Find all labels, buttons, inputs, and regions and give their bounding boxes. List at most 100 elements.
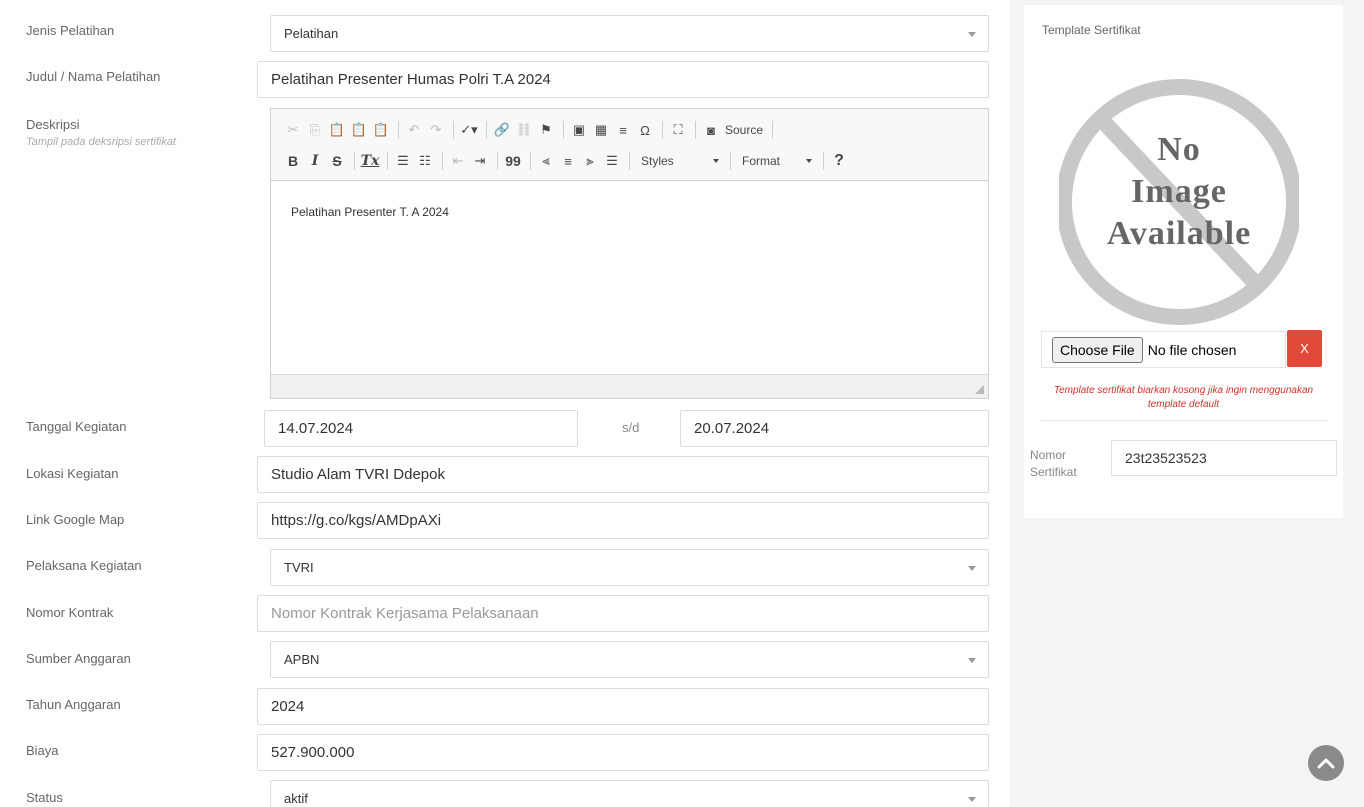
align-right-icon[interactable]: ⫸ — [580, 150, 600, 172]
cut-icon[interactable]: ✂ — [283, 119, 303, 141]
paste-word-icon[interactable]: 📋 — [371, 119, 391, 141]
numbered-list-icon[interactable]: ☰ — [393, 150, 413, 172]
nomor-kontrak-input[interactable]: Nomor Kontrak Kerjasama Pelaksanaan — [257, 595, 989, 632]
toolbar-separator — [453, 121, 454, 139]
choose-file-button[interactable]: Choose File — [1052, 336, 1143, 363]
source-icon[interactable]: ◙ — [701, 119, 721, 141]
paste-text-icon[interactable]: 📋 — [349, 119, 369, 141]
form-panel: Jenis Pelatihan Pelatihan Judul / Nama P… — [0, 0, 1010, 807]
lokasi-input[interactable]: Studio Alam TVRI Ddepok — [257, 456, 989, 493]
date-range-separator: s/d — [622, 420, 640, 435]
label-judul: Judul / Nama Pelatihan — [26, 69, 161, 84]
toolbar-separator — [563, 121, 564, 139]
label-sumber-anggaran: Sumber Anggaran — [26, 651, 131, 666]
label-lokasi: Lokasi Kegiatan — [26, 466, 119, 481]
bold-button[interactable]: B — [283, 150, 303, 172]
sumber-anggaran-select[interactable]: APBN — [270, 641, 989, 678]
jenis-pelatihan-select[interactable]: Pelatihan — [270, 15, 989, 52]
format-label: Format — [742, 154, 781, 168]
label-status: Status — [26, 790, 63, 805]
clear-file-button[interactable]: X — [1287, 330, 1322, 367]
label-tahun-anggaran: Tahun Anggaran — [26, 697, 121, 712]
biaya-input[interactable]: 527.900.000 — [257, 734, 989, 771]
nomor-sertifikat-value: 23t23523523 — [1125, 450, 1207, 466]
toolbar-separator — [486, 121, 487, 139]
outdent-icon[interactable]: ⇤ — [448, 150, 468, 172]
italic-button[interactable]: I — [305, 150, 325, 172]
rich-text-editor: ✂ ⎘ 📋 📋 📋 ↶ ↷ ✓▾ 🔗 ⛓ ⚑ ▣ ▦ ≡ Ω ⛶ ◙ Sourc… — [270, 108, 989, 399]
toolbar-separator — [629, 152, 630, 170]
undo-icon[interactable]: ↶ — [404, 119, 424, 141]
editor-toolbar: ✂ ⎘ 📋 📋 📋 ↶ ↷ ✓▾ 🔗 ⛓ ⚑ ▣ ▦ ≡ Ω ⛶ ◙ Sourc… — [271, 109, 988, 181]
blockquote-button[interactable]: 99 — [503, 150, 523, 172]
image-icon[interactable]: ▣ — [569, 119, 589, 141]
format-dropdown[interactable]: Format — [736, 150, 818, 172]
resize-handle-icon[interactable] — [975, 385, 984, 394]
paste-icon[interactable]: 📋 — [327, 119, 347, 141]
toolbar-separator — [398, 121, 399, 139]
toolbar-separator — [695, 121, 696, 139]
toolbar-separator — [387, 152, 388, 170]
toolbar-separator — [662, 121, 663, 139]
align-center-icon[interactable]: ≡ — [558, 150, 578, 172]
label-jenis-pelatihan: Jenis Pelatihan — [26, 23, 115, 38]
table-icon[interactable]: ▦ — [591, 119, 611, 141]
special-char-omega-icon[interactable]: Ω — [635, 119, 655, 141]
strikethrough-button[interactable]: S — [327, 150, 347, 172]
file-input: Choose File No file chosen — [1041, 331, 1286, 368]
toolbar-separator — [730, 152, 731, 170]
remove-format-button[interactable]: Tx — [360, 150, 380, 172]
no-image-line-1: No — [1157, 131, 1201, 168]
deskripsi-hint: Tampil pada deksripsi sertifikat — [26, 136, 176, 148]
align-left-icon[interactable]: ⫷ — [536, 150, 556, 172]
toolbar-separator — [354, 152, 355, 170]
link-icon[interactable]: 🔗 — [492, 119, 512, 141]
indent-icon[interactable]: ⇥ — [470, 150, 490, 172]
toolbar-separator — [442, 152, 443, 170]
no-image-line-2: Image — [1131, 173, 1227, 210]
judul-input[interactable]: Pelatihan Presenter Humas Polri T.A 2024 — [257, 61, 989, 98]
styles-dropdown[interactable]: Styles — [635, 150, 725, 172]
tanggal-end-input[interactable]: 20.07.2024 — [680, 410, 989, 447]
no-image-placeholder: No Image Available — [1059, 79, 1299, 325]
source-button[interactable]: Source — [721, 119, 767, 141]
help-button[interactable]: ? — [829, 150, 849, 172]
status-select[interactable]: aktif — [270, 780, 989, 807]
nomor-sertifikat-input[interactable]: 23t23523523 — [1111, 440, 1337, 476]
label-pelaksana: Pelaksana Kegiatan — [26, 558, 142, 573]
chevron-down-icon — [806, 159, 812, 163]
editor-content-area[interactable]: Pelatihan Presenter T. A 2024 — [271, 181, 988, 375]
tahun-anggaran-input[interactable]: 2024 — [257, 688, 989, 725]
chevron-down-icon — [968, 31, 976, 37]
toolbar-separator — [772, 121, 774, 139]
redo-icon[interactable]: ↷ — [426, 119, 446, 141]
nomor-kontrak-placeholder: Nomor Kontrak Kerjasama Pelaksanaan — [271, 605, 539, 622]
chevron-down-icon — [968, 796, 976, 802]
label-biaya: Biaya — [26, 743, 59, 758]
unlink-icon[interactable]: ⛓ — [514, 119, 534, 141]
tahun-anggaran-value: 2024 — [271, 698, 305, 715]
horizontal-line-icon[interactable]: ≡ — [613, 119, 633, 141]
label-nomor-sertifikat: Nomor Sertifikat — [1030, 447, 1077, 481]
scroll-to-top-button[interactable] — [1308, 745, 1344, 781]
certificate-panel-title: Template Sertifikat — [1042, 23, 1141, 37]
justify-icon[interactable]: ☰ — [602, 150, 622, 172]
anchor-flag-icon[interactable]: ⚑ — [536, 119, 556, 141]
toolbar-separator — [823, 152, 824, 170]
bulleted-list-icon[interactable]: ☷ — [415, 150, 435, 172]
status-value: aktif — [284, 791, 308, 806]
certificate-panel: Template Sertifikat No Image Available C… — [1024, 5, 1343, 518]
jenis-pelatihan-value: Pelatihan — [284, 26, 339, 41]
biaya-value: 527.900.000 — [271, 744, 355, 761]
tanggal-end-value: 20.07.2024 — [694, 420, 770, 437]
pelaksana-select[interactable]: TVRI — [270, 549, 989, 586]
no-image-line-3: Available — [1107, 215, 1251, 252]
copy-icon[interactable]: ⎘ — [305, 119, 325, 141]
editor-status-bar — [271, 374, 988, 398]
maximize-icon[interactable]: ⛶ — [668, 119, 688, 141]
link-map-input[interactable]: https://g.co/kgs/AMDpAXi — [257, 502, 989, 539]
spellcheck-icon[interactable]: ✓▾ — [459, 119, 479, 141]
toolbar-separator — [530, 152, 531, 170]
chevron-down-icon — [713, 159, 719, 163]
tanggal-start-input[interactable]: 14.07.2024 — [264, 410, 578, 447]
